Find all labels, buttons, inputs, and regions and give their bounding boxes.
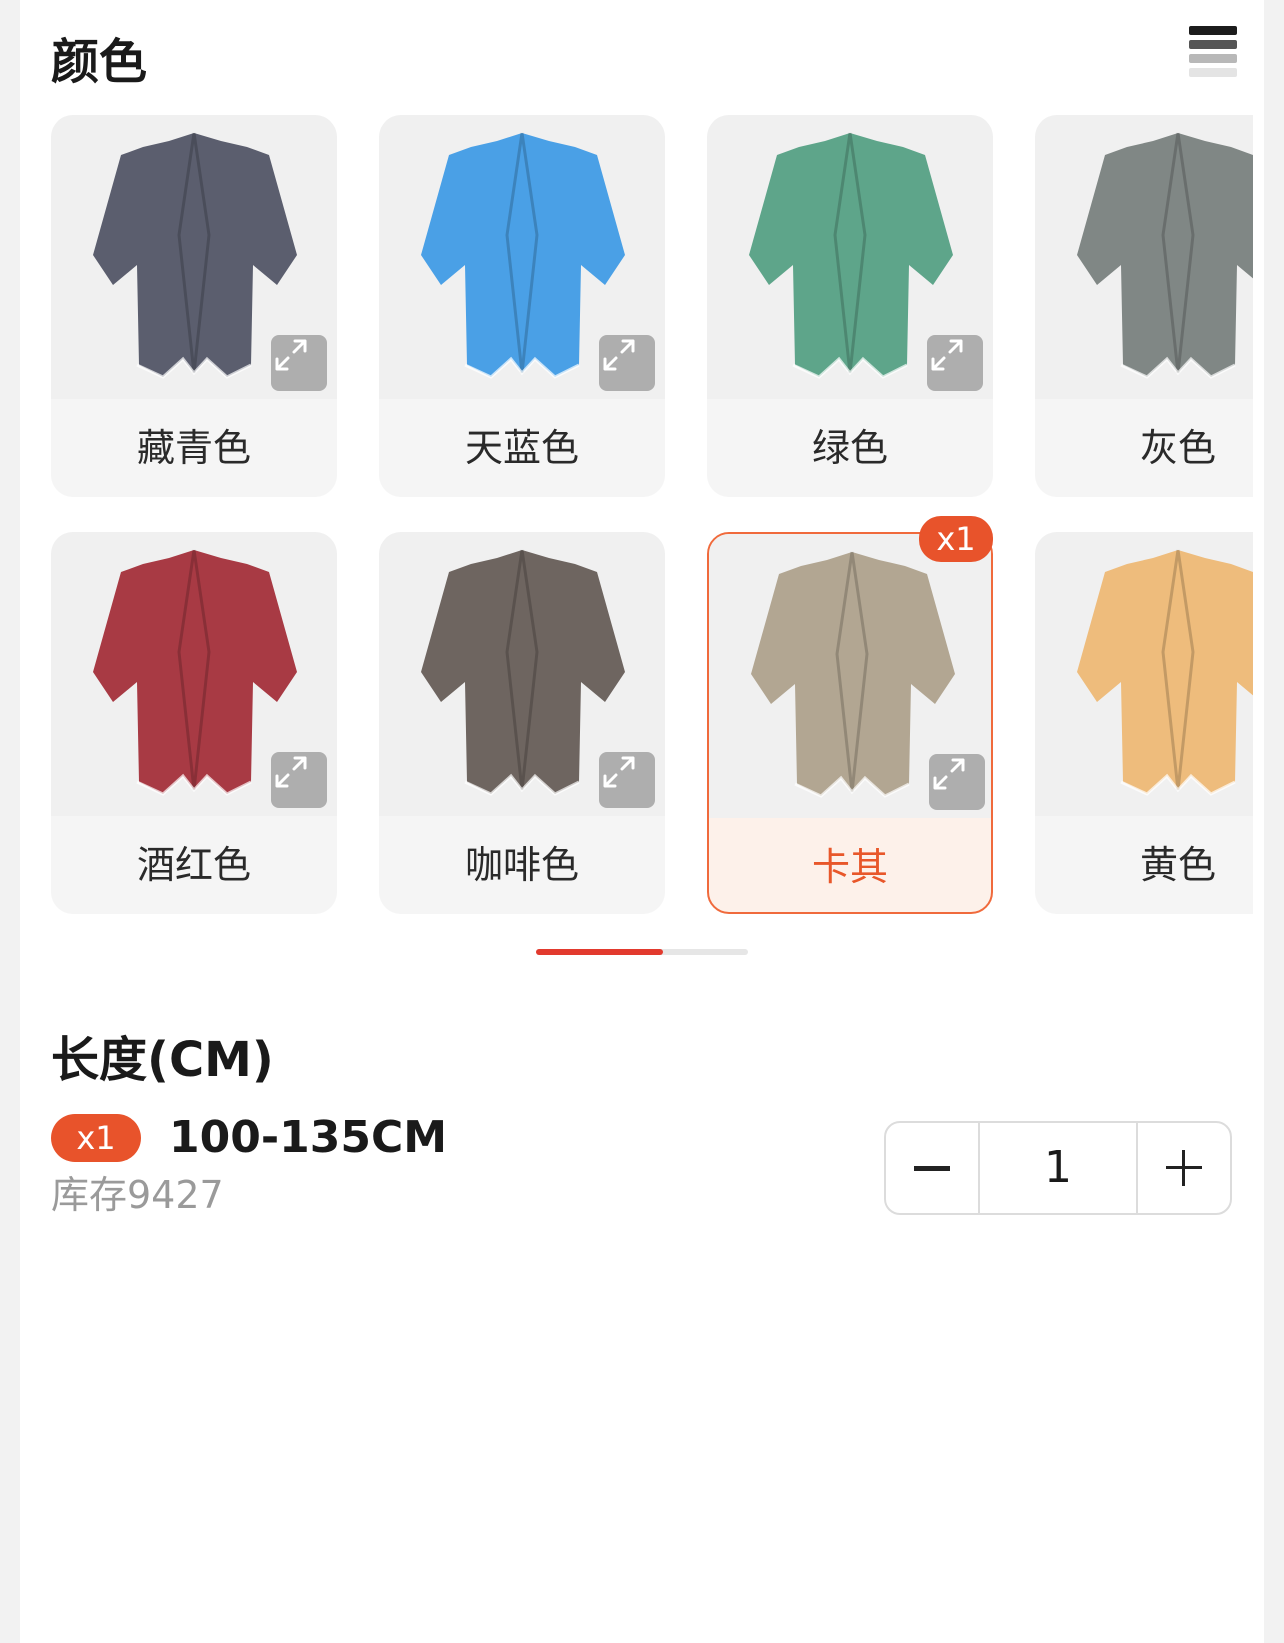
expand-arrows-icon[interactable] [599,335,655,391]
product-photo[interactable] [1035,115,1253,399]
stacked-bars-icon[interactable] [1189,26,1237,78]
increase-button[interactable] [1136,1123,1230,1213]
color-option-label: 酒红色 [136,843,251,887]
color-option-card[interactable]: 灰色 [1035,115,1253,497]
product-photo[interactable] [379,532,665,816]
expand-arrows-icon[interactable] [929,754,985,810]
color-section-title: 颜色 [51,34,148,90]
color-option-label: 天蓝色 [464,426,579,470]
decrease-button[interactable] [886,1123,980,1213]
sku-selector-sheet: 颜色 藏青色 天蓝色 绿色 灰色酒红色 咖啡色 卡其 x1 黄色 长度(CM) x1 100-… [20,0,1264,1643]
product-photo[interactable] [1035,532,1253,816]
color-option-card[interactable]: 天蓝色 [379,115,665,497]
color-option-card[interactable]: 酒红色 [51,532,337,914]
expand-arrows-icon[interactable] [599,752,655,808]
quantity-stepper[interactable]: 1 [884,1121,1232,1215]
product-photo[interactable] [379,115,665,399]
scroll-indicator-thumb [536,949,664,955]
expand-arrows-icon[interactable] [271,752,327,808]
color-option-label: 藏青色 [136,426,251,470]
expand-arrows-icon[interactable] [927,335,983,391]
length-section-title: 长度(CM) [51,1032,274,1088]
selected-quantity-badge: x1 [919,516,993,562]
color-option-label: 绿色 [811,426,888,470]
color-option-label: 灰色 [1139,426,1216,470]
color-option-card[interactable]: 卡其 x1 [707,516,993,914]
product-photo[interactable] [709,534,991,818]
color-option-card[interactable]: 咖啡色 [379,532,665,914]
minus-icon [914,1166,950,1171]
color-option-card[interactable]: 藏青色 [51,115,337,497]
color-option-label: 咖啡色 [464,843,579,887]
product-photo[interactable] [707,115,993,399]
length-quantity-badge: x1 [51,1114,141,1162]
quantity-value[interactable]: 1 [980,1123,1136,1213]
color-option-card[interactable]: 黄色 [1035,532,1253,914]
stock-count: 库存9427 [51,1173,224,1217]
product-photo[interactable] [51,115,337,399]
color-option-label: 卡其 [811,845,888,889]
product-photo[interactable] [51,532,337,816]
color-option-card[interactable]: 绿色 [707,115,993,497]
plus-icon [1166,1150,1202,1186]
horizontal-scroll-indicator [536,949,748,955]
color-option-label: 黄色 [1139,843,1216,887]
color-options-grid[interactable]: 藏青色 天蓝色 绿色 灰色酒红色 咖啡色 卡其 x1 黄色 [51,115,1253,925]
length-option-name[interactable]: 100-135CM [169,1108,447,1168]
expand-arrows-icon[interactable] [271,335,327,391]
